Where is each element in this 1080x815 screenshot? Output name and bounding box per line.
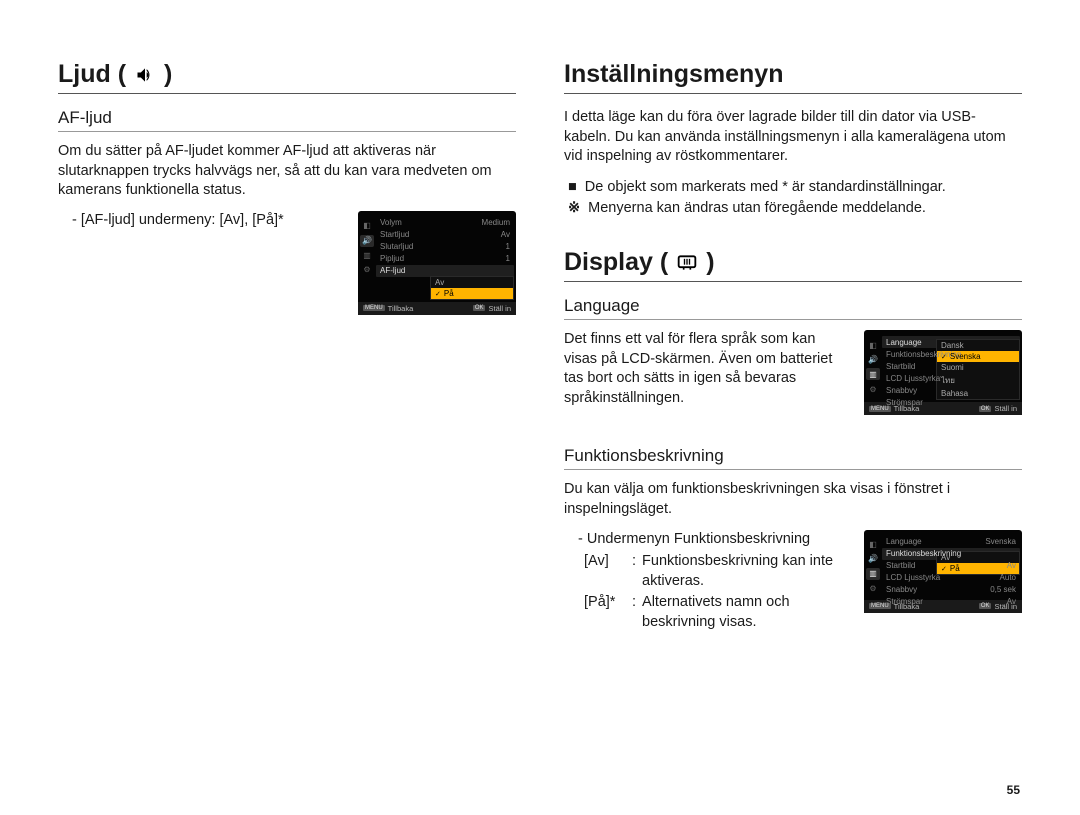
- bullet-2: Menyerna kan ändras utan föregående medd…: [588, 198, 926, 220]
- tab-icon: 🔊: [867, 554, 879, 564]
- language-para: Det finns ett val för flera språk som ka…: [564, 330, 850, 408]
- settings-bullets: ■ De objekt som markerats med * är standa…: [564, 177, 1022, 221]
- heading-ljud: Ljud ( ): [58, 60, 516, 94]
- def-label: [Av]: [584, 551, 626, 592]
- left-column: Ljud ( ) AF-ljud Om du sätter på AF-ljud…: [58, 60, 516, 660]
- funktionsbeskrivning-section: Funktionsbeskrivning Du kan välja om fun…: [564, 446, 1022, 632]
- square-bullet-icon: ■: [568, 177, 577, 199]
- heading-ljud-open: Ljud (: [58, 60, 126, 89]
- def-text: Alternativets namn och beskrivning visas…: [642, 592, 850, 633]
- heading-display-open: Display (: [564, 248, 668, 277]
- tab-icon: 🔊: [867, 354, 879, 364]
- tab-icon: ⚙: [361, 265, 373, 275]
- shot-menu-list: VolymMedium StartljudAv Slutarljud1 Pipl…: [376, 215, 516, 302]
- tab-icon: ◧: [867, 540, 879, 550]
- tab-icon: ◧: [361, 221, 373, 231]
- af-ljud-submenu: - [AF-ljud] undermeny: [Av], [På]*: [58, 211, 344, 231]
- funk-submenu-head: - Undermenyn Funktionsbeskrivning: [564, 530, 850, 550]
- tab-sound-icon: 🔊: [360, 235, 374, 247]
- speaker-icon: [134, 65, 156, 85]
- af-ljud-section: AF-ljud Om du sätter på AF-ljudet kommer…: [58, 108, 516, 315]
- language-section: Language Det finns ett val för flera spr…: [564, 296, 1022, 418]
- tab-display-icon: ▥: [866, 568, 880, 580]
- reference-mark-icon: ※: [568, 198, 580, 220]
- tab-display-icon: ▥: [866, 368, 880, 380]
- funk-para: Du kan välja om funktionsbeskrivningen s…: [564, 480, 1022, 519]
- def-label: [På]*: [584, 592, 626, 633]
- bullet-1: De objekt som markerats med * är standar…: [585, 177, 946, 199]
- heading-installningsmenyn: Inställningsmenyn: [564, 60, 1022, 94]
- heading-ljud-close: ): [164, 60, 172, 89]
- tab-icon: ▥: [361, 251, 373, 261]
- funk-heading: Funktionsbeskrivning: [564, 446, 1022, 470]
- af-ljud-heading: AF-ljud: [58, 108, 516, 132]
- af-ljud-para: Om du sätter på AF-ljudet kommer AF-ljud…: [58, 142, 516, 201]
- heading-display: Display ( ): [564, 248, 1022, 282]
- heading-display-close: ): [706, 248, 714, 277]
- page-number: 55: [1007, 783, 1020, 797]
- def-text: Funktionsbeskrivning kan inte aktiveras.: [642, 551, 850, 592]
- tab-icon: ◧: [867, 340, 879, 350]
- tab-icon: ⚙: [867, 584, 879, 594]
- settings-para: I detta läge kan du föra över lagrade bi…: [564, 108, 1022, 167]
- display-icon: [676, 253, 698, 273]
- camera-menu-shot-language: ◧ 🔊 ▥ ⚙ Language Funktionsbeskrivning St…: [864, 330, 1022, 415]
- camera-menu-shot-afljud: ◧ 🔊 ▥ ⚙ VolymMedium StartljudAv Slutarlj…: [358, 211, 516, 315]
- tab-icon: ⚙: [867, 384, 879, 394]
- language-heading: Language: [564, 296, 1022, 320]
- camera-menu-shot-funk: ◧ 🔊 ▥ ⚙ LanguageSvenska Funktionsbeskriv…: [864, 530, 1022, 613]
- funk-defs: [Av] : Funktionsbeskrivning kan inte akt…: [564, 551, 850, 632]
- right-column: Inställningsmenyn I detta läge kan du fö…: [564, 60, 1022, 660]
